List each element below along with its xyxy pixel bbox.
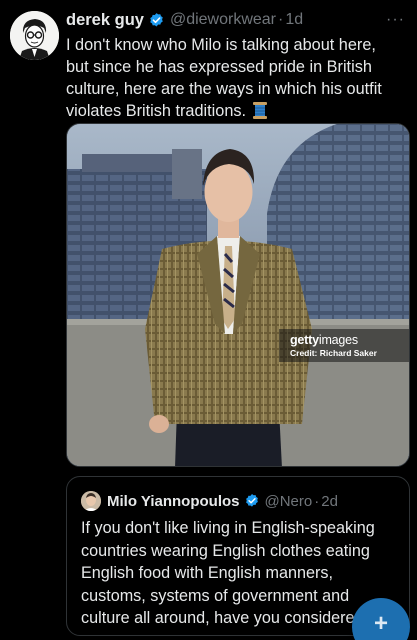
quoted-author-avatar	[81, 491, 101, 511]
quoted-author-handle: @Nero	[264, 492, 313, 510]
quoted-avatar-portrait-icon	[81, 491, 101, 511]
author-avatar[interactable]	[10, 11, 59, 60]
getty-watermark: gettyimages Credit: Richard Saker	[279, 329, 409, 362]
verified-badge-icon	[245, 494, 258, 507]
tweet-timestamp[interactable]: 1d	[285, 11, 303, 29]
author-handle[interactable]: @dieworkwear	[170, 11, 276, 29]
tweet-text-line: I don't know who Milo is talking about h…	[66, 36, 376, 54]
photo-man-in-tweed-jacket	[67, 124, 409, 466]
quoted-author-name: Milo Yiannopoulos	[107, 492, 240, 510]
tweet-text-line: violates British traditions.	[66, 102, 247, 120]
author-name[interactable]: derek guy	[66, 11, 144, 30]
time-separator: ·	[314, 492, 320, 510]
tweet-text-line: culture, here are the ways in which his …	[66, 80, 382, 98]
quoted-tweet-timestamp: 2d	[321, 492, 338, 510]
quoted-text-line: customs, systems of government and	[81, 586, 350, 605]
tweet-text: I don't know who Milo is talking about h…	[66, 34, 406, 122]
time-separator: ·	[278, 11, 284, 28]
getty-logo: gettyimages	[290, 333, 358, 347]
thread-spool-icon	[252, 102, 267, 119]
quoted-tweet-header: Milo Yiannopoulos @Nero · 2d	[81, 491, 338, 511]
tweet-text-line: but since he has expressed pride in Brit…	[66, 58, 372, 76]
tweet-header: derek guy @dieworkwear · 1d ···	[66, 9, 405, 31]
photo-credit: Credit: Richard Saker	[290, 348, 377, 358]
quoted-text-line: English food with English manners,	[81, 564, 333, 582]
quoted-text-line: If you don't like living in English-spea…	[81, 519, 375, 537]
verified-badge-icon	[150, 12, 163, 27]
avatar-portrait-icon	[10, 11, 59, 60]
more-horizontal-icon[interactable]: ···	[386, 11, 405, 29]
plus-icon: +	[373, 610, 388, 637]
tweet-photo[interactable]: gettyimages Credit: Richard Saker	[66, 123, 410, 467]
quoted-text-line: countries wearing English clothes eating	[81, 541, 370, 560]
